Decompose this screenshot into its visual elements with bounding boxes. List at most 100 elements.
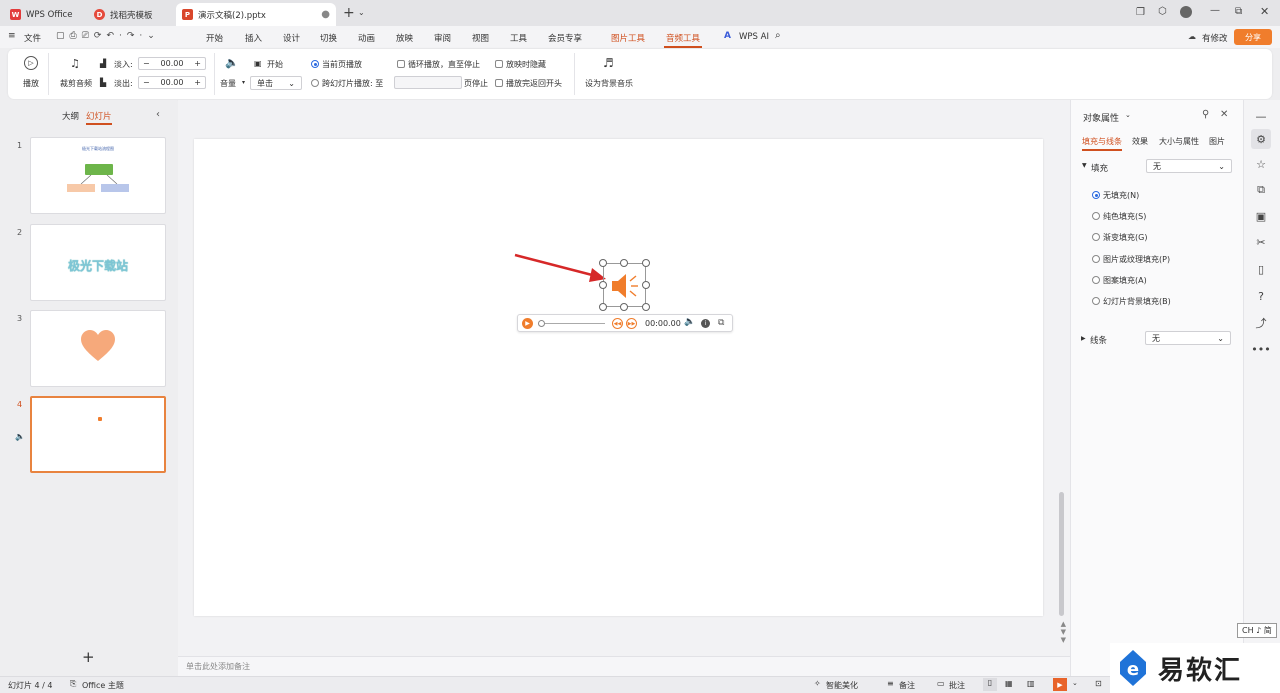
radio-no-fill[interactable]: 无填充(N) <box>1092 190 1139 201</box>
menu-design[interactable]: 设计 <box>281 32 302 44</box>
properties-icon[interactable]: ⚙ <box>1251 129 1271 149</box>
menu-picture-tools[interactable]: 图片工具 <box>609 32 647 44</box>
slide-thumbnail-4[interactable] <box>30 396 166 473</box>
more-icon[interactable]: ••• <box>1251 342 1270 356</box>
minimize-icon[interactable]: — <box>1210 5 1220 16</box>
menu-member[interactable]: 会员专享 <box>546 32 584 44</box>
set-bg-music-button[interactable]: 设为背景音乐 <box>585 78 633 89</box>
player-settings-icon[interactable]: ⧉ <box>718 318 724 328</box>
tab-size-props[interactable]: 大小与属性 <box>1159 136 1199 147</box>
trim-audio-button[interactable]: 裁剪音频 <box>60 78 92 89</box>
quick-access-icons[interactable]: ▢⎙⎚⟳↶·↷·⌄ <box>56 31 160 41</box>
menu-review[interactable]: 审阅 <box>432 32 453 44</box>
menu-animation[interactable]: 动画 <box>356 32 377 44</box>
book-icon[interactable]: ▯ <box>1254 262 1268 276</box>
fill-select[interactable]: 无 ⌄ <box>1146 159 1232 173</box>
speaker-icon[interactable] <box>610 271 640 301</box>
radio-picture-fill[interactable]: 图片或纹理填充(P) <box>1092 254 1170 265</box>
copy-icon[interactable]: ⧉ <box>1254 183 1268 197</box>
star-icon[interactable]: ☆ <box>1254 157 1268 171</box>
expand-fill-icon[interactable]: ▼ <box>1082 162 1087 169</box>
loop-checkbox[interactable]: 循环播放，直至停止 <box>397 59 480 70</box>
menu-wps-ai[interactable]: WPS AI <box>737 32 771 42</box>
vertical-scrollbar[interactable] <box>1059 492 1064 616</box>
radio-gradient-fill[interactable]: 渐变填充(G) <box>1092 232 1147 243</box>
progress-knob[interactable] <box>538 320 545 327</box>
fade-in-stepper[interactable]: −00.00 + <box>138 57 206 70</box>
radio-pattern-fill[interactable]: 图案填充(A) <box>1092 275 1147 286</box>
resize-handle[interactable] <box>599 303 607 311</box>
search-icon[interactable]: ⌕ <box>775 30 781 41</box>
player-volume-icon[interactable]: 🔈 <box>684 317 695 327</box>
slideshow-chevron-icon[interactable]: ⌄ <box>1072 679 1078 687</box>
menu-home[interactable]: 开始 <box>204 32 225 44</box>
cross-slide-radio[interactable]: 跨幻灯片播放: 至 <box>311 78 383 89</box>
current-page-radio[interactable]: 当前页播放 <box>311 59 362 70</box>
tools-icon[interactable]: ✂ <box>1254 235 1268 249</box>
normal-view-icon[interactable]: ▯ <box>983 678 997 691</box>
tab-slides[interactable]: 幻灯片 <box>86 110 112 125</box>
add-slide-icon[interactable]: + <box>82 648 95 666</box>
tab-template[interactable]: D 找稻壳模板 <box>88 3 172 26</box>
line-select[interactable]: 无 ⌄ <box>1145 331 1231 345</box>
tab-dot-icon[interactable]: ● <box>321 9 330 20</box>
tab-fill-line[interactable]: 填充与线条 <box>1082 136 1122 151</box>
progress-track[interactable] <box>545 323 605 324</box>
tab-effects[interactable]: 效果 <box>1132 136 1148 147</box>
slide-4-canvas[interactable]: ▶ ◀◀ ▶▶ 00:00.00 🔈 i ⧉ <box>194 139 1043 616</box>
tab-wps-office[interactable]: W WPS Office <box>4 3 84 26</box>
new-tab-icon[interactable]: + <box>343 5 355 21</box>
rewind-checkbox[interactable]: 播放完返回开头 <box>495 78 562 89</box>
player-play-icon[interactable]: ▶ <box>522 318 533 329</box>
start-mode-select[interactable]: 单击 ⌄ <box>250 76 302 90</box>
slide-thumbnail-1[interactable]: 极光下载站流程图 <box>30 137 166 214</box>
share-button[interactable]: 分享 <box>1234 29 1272 45</box>
menu-audio-tools[interactable]: 音频工具 <box>664 32 703 48</box>
notes-button[interactable]: 备注 <box>899 680 915 691</box>
share-icon[interactable]: ⤴ <box>1254 316 1268 330</box>
radio-bg-fill[interactable]: 幻灯片背景填充(B) <box>1092 296 1171 307</box>
volume-button[interactable]: 音量 <box>220 78 236 89</box>
menu-view[interactable]: 视图 <box>470 32 491 44</box>
hide-checkbox[interactable]: 放映时隐藏 <box>495 59 546 70</box>
collapse-sidebar-icon[interactable]: — <box>1254 109 1268 123</box>
slide-thumbnail-3[interactable] <box>30 310 166 387</box>
resize-handle[interactable] <box>599 281 607 289</box>
has-changes-label[interactable]: 有修改 <box>1200 32 1230 44</box>
reading-view-icon[interactable]: ▥ <box>1027 679 1035 688</box>
audio-object-selection[interactable] <box>603 263 646 307</box>
restore-icon[interactable]: ⧉ <box>1235 6 1242 17</box>
comments-button[interactable]: 批注 <box>949 680 965 691</box>
fit-window-icon[interactable]: ⊡ <box>1095 679 1102 688</box>
panel-title-chevron-icon[interactable]: ⌄ <box>1125 111 1131 119</box>
beautify-button[interactable]: 智能美化 <box>826 680 858 691</box>
resize-handle[interactable] <box>642 259 650 267</box>
scroll-arrows-icon[interactable]: ▲ ▼ ▼ <box>1061 620 1066 644</box>
play-button[interactable]: 播放 <box>23 78 39 89</box>
ime-indicator[interactable]: CH ♪ 简 <box>1237 623 1277 638</box>
resize-handle[interactable] <box>620 303 628 311</box>
expand-line-icon[interactable]: ▶ <box>1081 335 1086 342</box>
theme-name[interactable]: Office 主题 <box>82 680 124 691</box>
close-icon[interactable]: ✕ <box>1260 5 1269 18</box>
panel-close-icon[interactable]: ✕ <box>1220 109 1228 120</box>
slideshow-play-icon[interactable]: ▶ <box>1053 678 1067 691</box>
slide-thumbnail-2[interactable]: 极光下载站 <box>30 224 166 301</box>
tab-list-chevron-icon[interactable]: ⌄ <box>358 8 365 17</box>
volume-icon[interactable]: 🔈 <box>225 56 239 69</box>
window-layout-icon[interactable]: ❐ <box>1136 7 1145 18</box>
cube-icon[interactable]: ⬡ <box>1158 6 1167 17</box>
menu-tools[interactable]: 工具 <box>508 32 529 44</box>
tab-picture[interactable]: 图片 <box>1209 136 1225 147</box>
radio-solid-fill[interactable]: 纯色填充(S) <box>1092 211 1146 222</box>
menu-transition[interactable]: 切换 <box>318 32 339 44</box>
menu-slideshow[interactable]: 放映 <box>394 32 415 44</box>
image-icon[interactable]: ▣ <box>1254 209 1268 223</box>
resize-handle[interactable] <box>642 281 650 289</box>
info-icon[interactable]: i <box>701 319 710 328</box>
hamburger-icon[interactable]: ≡ <box>8 31 16 41</box>
menu-insert[interactable]: 插入 <box>243 32 264 44</box>
forward-icon[interactable]: ▶▶ <box>626 318 637 329</box>
play-icon[interactable]: ▷ <box>24 56 38 70</box>
help-icon[interactable]: ? <box>1254 289 1268 303</box>
